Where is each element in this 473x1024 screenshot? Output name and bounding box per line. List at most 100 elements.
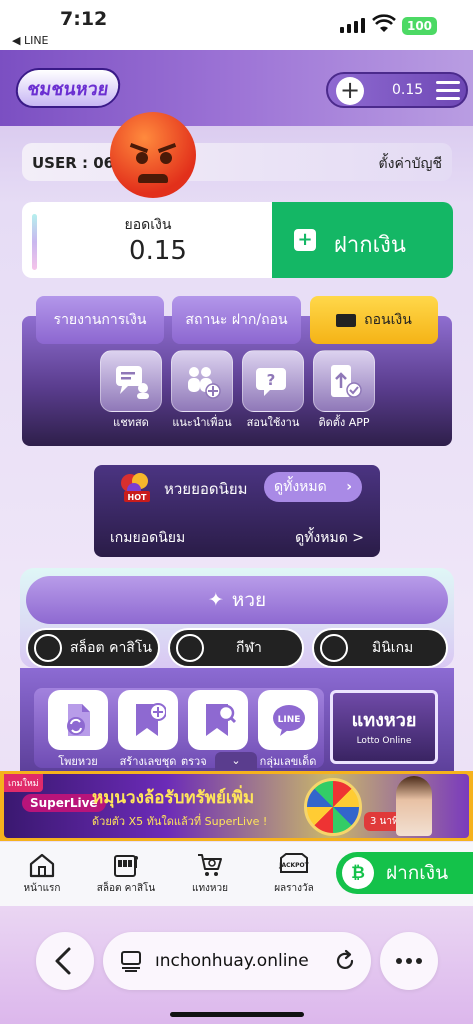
- browser-more-button[interactable]: [380, 932, 438, 990]
- chevron-down-icon[interactable]: ⌄: [215, 752, 257, 770]
- install-app-label: ติดตั้ง APP: [318, 416, 370, 429]
- bet-lotto-online-button[interactable]: แทงหวย Lotto Online: [330, 690, 438, 764]
- nav-deposit-button[interactable]: ₿ ฝากเงิน: [336, 852, 473, 894]
- balance-label: ยอดเงิน: [124, 217, 172, 233]
- football-icon: [176, 634, 204, 662]
- promo-banner[interactable]: เกมใหม่ SuperLive หมุนวงล้อรับทรัพย์เพิ่…: [0, 771, 473, 841]
- tutorial-button[interactable]: ?: [242, 350, 304, 412]
- help-icon: ?: [256, 368, 286, 396]
- nav-slot-casino-label: สล็อต คาสิโน: [96, 883, 156, 894]
- reader-mode-icon[interactable]: [119, 949, 143, 973]
- coin-icon: ₿: [342, 857, 374, 889]
- battery-indicator: 100: [402, 17, 437, 35]
- casino-chip-icon: [34, 634, 62, 662]
- invite-friends-button[interactable]: [171, 350, 233, 412]
- popular-lotto-view-all-button[interactable]: ดูทั้งหมด ›: [264, 472, 362, 502]
- balance-card: ยอดเงิน 0.15: [22, 202, 274, 278]
- sports-category-button[interactable]: กีฬา: [168, 628, 304, 668]
- address-bar[interactable]: ınchonhuay.online: [103, 932, 371, 990]
- slot-casino-label: สล็อต คาสิโน: [70, 640, 152, 656]
- status-bar: 7:12 ◀ LINE 100: [0, 0, 473, 50]
- create-number-set-label: สร้างเลขชุด: [119, 755, 177, 768]
- credit-amount: 0.15: [392, 82, 424, 98]
- nav-bet-lotto-label: แทงหวย: [192, 883, 228, 894]
- sports-label: กีฬา: [236, 640, 262, 656]
- popular-lotto-title: หวยยอดนิยม: [164, 480, 248, 498]
- tab-finance-report[interactable]: รายงานการเงิน: [36, 296, 164, 344]
- film-reel-icon: [320, 634, 348, 662]
- bet-lotto-title: แทงหวย: [351, 710, 417, 731]
- browser-back-button[interactable]: [36, 932, 94, 990]
- create-number-set-button[interactable]: [118, 690, 178, 750]
- promo-subline: ด้วยตัว X5 ทันใดแล้วที่ SuperLive !: [92, 815, 268, 828]
- nav-deposit-label: ฝากเงิน: [386, 862, 449, 884]
- slot-machine-icon: [114, 855, 138, 877]
- install-app-icon: [331, 365, 362, 398]
- line-icon: LINE: [273, 705, 305, 736]
- nav-home-label: หน้าแรก: [23, 883, 61, 894]
- user-bar: USER : 063 ตั้งค่าบัญชี: [22, 143, 452, 181]
- mini-game-category-button[interactable]: มินิเกม: [312, 628, 448, 668]
- number-group-button[interactable]: LINE: [258, 690, 318, 750]
- credit-pill: + 0.15: [326, 72, 468, 108]
- tab-deposit-withdraw-status[interactable]: สถานะ ฝาก/ถอน: [172, 296, 301, 344]
- status-time: 7:12: [60, 8, 108, 30]
- cellular-signal-icon: [340, 18, 365, 33]
- browser-toolbar: ınchonhuay.online: [0, 906, 473, 1024]
- mini-game-label: มินิเกม: [372, 640, 414, 656]
- lotto-slip-button[interactable]: [48, 690, 108, 750]
- withdraw-label: ถอนเงิน: [364, 312, 412, 328]
- home-indicator: [170, 1012, 304, 1017]
- tab-withdraw[interactable]: ถอนเงิน: [310, 296, 438, 344]
- check-results-button[interactable]: [188, 690, 248, 750]
- live-chat-button[interactable]: [100, 350, 162, 412]
- nav-results[interactable]: JACKPOT ผลรางวัล: [254, 852, 334, 896]
- svg-text:HOT: HOT: [128, 493, 147, 502]
- add-credit-button[interactable]: +: [336, 77, 364, 105]
- nav-bet-lotto[interactable]: แทงหวย: [170, 852, 250, 896]
- nav-results-label: ผลรางวัล: [274, 883, 314, 894]
- chevron-right-icon: ›: [346, 479, 352, 495]
- deposit-button[interactable]: + ฝากเงิน: [272, 202, 453, 278]
- prize-wheel-image: [304, 778, 362, 836]
- back-to-line-link[interactable]: ◀ LINE: [12, 34, 49, 47]
- svg-text:LINE: LINE: [278, 715, 301, 725]
- invite-friends-label: แนะนำเพื่อน: [172, 416, 232, 429]
- new-game-tag: เกมใหม่: [4, 774, 43, 792]
- jackpot-icon: JACKPOT: [278, 853, 310, 873]
- chat-icon: [116, 366, 149, 399]
- bookmark-search-icon: [206, 704, 236, 736]
- lotto-ticket-icon: [67, 704, 90, 736]
- balance-value: 0.15: [129, 236, 187, 266]
- svg-text:JACKPOT: JACKPOT: [278, 862, 309, 869]
- angry-face-icon: [110, 112, 196, 198]
- bookmark-add-icon: [136, 703, 166, 736]
- lotto-category-button[interactable]: ✦ หวย: [26, 576, 448, 624]
- install-app-button[interactable]: [313, 350, 375, 412]
- deposit-label: ฝากเงิน: [334, 233, 406, 258]
- hamburger-menu-icon[interactable]: [436, 81, 460, 105]
- cart-icon: [198, 854, 222, 876]
- wifi-icon: [372, 14, 396, 32]
- nav-home[interactable]: หน้าแรก: [2, 852, 82, 896]
- bet-lotto-subtitle: Lotto Online: [356, 736, 412, 746]
- promo-headline: หมุนวงล้อรับทรัพย์เพิ่ม: [92, 788, 255, 808]
- popular-games-view-all-link[interactable]: ดูทั้งหมด >: [295, 527, 364, 549]
- lotto-category-label: หวย: [231, 589, 267, 611]
- cash-icon: [336, 313, 357, 327]
- nav-slot-casino[interactable]: สล็อต คาสิโน: [86, 852, 166, 896]
- sparkle-icon: ✦: [207, 589, 224, 611]
- account-settings-link[interactable]: ตั้งค่าบัญชี: [379, 153, 442, 175]
- number-group-label: กลุ่มเลขเด็ด: [259, 755, 317, 768]
- chevron-left-icon: [55, 947, 71, 975]
- popular-games-title: เกมยอดนิยม: [110, 530, 186, 546]
- hot-lotto-balls-icon: HOT: [121, 473, 150, 502]
- lotto-slip-label: โพยหวย: [58, 755, 98, 768]
- site-logo[interactable]: ชมชนหวย: [13, 68, 123, 108]
- reload-icon[interactable]: [333, 949, 357, 973]
- host-image: [396, 776, 432, 836]
- slot-casino-category-button[interactable]: สล็อต คาสิโน: [26, 628, 160, 668]
- invite-friends-icon: [188, 367, 221, 399]
- plus-icon: +: [294, 229, 316, 251]
- popular-lotto-card: HOT หวยยอดนิยม ดูทั้งหมด › เกมยอดนิยม ดู…: [94, 465, 380, 557]
